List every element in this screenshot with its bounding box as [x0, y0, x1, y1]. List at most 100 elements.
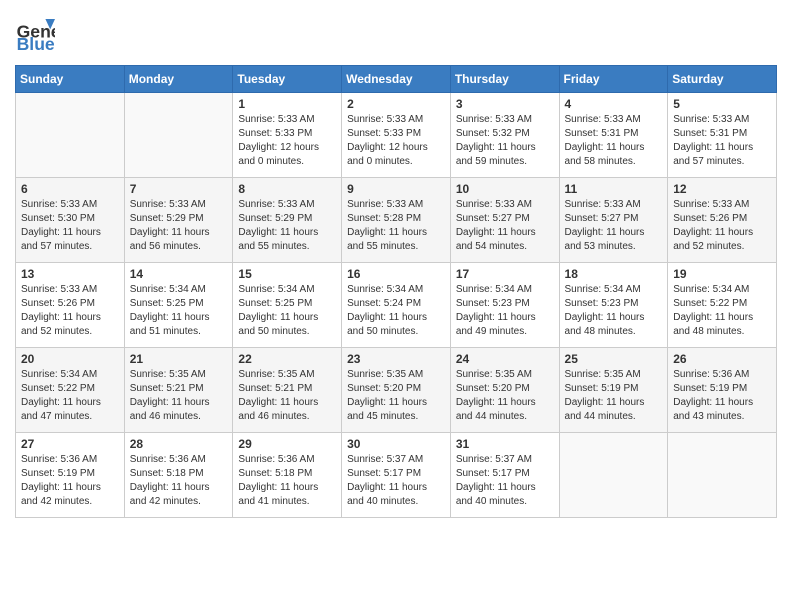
week-row-3: 13 Sunrise: 5:33 AMSunset: 5:26 PMDayligh…: [16, 263, 777, 348]
calendar-cell: 3Sunrise: 5:33 AMSunset: 5:32 PMDaylight…: [450, 93, 559, 178]
day-info: Sunrise: 5:34 AMSunset: 5:22 PMDaylight:…: [21, 368, 119, 424]
day-number: 16: [347, 267, 445, 281]
day-number: 8: [238, 182, 336, 196]
daylight-text: Daylight: 11 hours and 52 minutes.: [21, 311, 119, 339]
day-number: 6: [21, 182, 119, 196]
day-info: Sunrise: 5:34 AMSunset: 5:23 PMDaylight:…: [565, 283, 663, 339]
day-number: 26: [673, 352, 771, 366]
logo-icon: General Blue: [15, 15, 55, 55]
week-row-5: 27Sunrise: 5:36 AMSunset: 5:19 PMDayligh…: [16, 433, 777, 518]
calendar-cell: 20Sunrise: 5:34 AMSunset: 5:22 PMDayligh…: [16, 348, 125, 433]
daylight-text: Daylight: 11 hours and 53 minutes.: [565, 226, 663, 254]
logo: General Blue: [15, 15, 55, 55]
sunrise-text: Sunrise: 5:35 AM: [238, 368, 336, 382]
calendar-cell: [559, 433, 668, 518]
sunset-text: Sunset: 5:20 PM: [456, 382, 554, 396]
sunrise-text: Sunrise: 5:33 AM: [673, 198, 771, 212]
day-info: Sunrise: 5:33 AMSunset: 5:27 PMDaylight:…: [456, 198, 554, 254]
sunset-text: Sunset: 5:26 PM: [21, 297, 119, 311]
calendar-cell: 2Sunrise: 5:33 AMSunset: 5:33 PMDaylight…: [342, 93, 451, 178]
daylight-text: Daylight: 11 hours and 40 minutes.: [347, 481, 445, 509]
header-day-monday: Monday: [124, 66, 233, 93]
day-info: Sunrise: 5:33 AMSunset: 5:30 PMDaylight:…: [21, 198, 119, 254]
day-info: Sunrise: 5:33 AMSunset: 5:28 PMDaylight:…: [347, 198, 445, 254]
day-info: Sunrise: 5:35 AMSunset: 5:20 PMDaylight:…: [347, 368, 445, 424]
calendar-cell: 31Sunrise: 5:37 AMSunset: 5:17 PMDayligh…: [450, 433, 559, 518]
sunrise-text: Sunrise: 5:35 AM: [130, 368, 228, 382]
sunrise-text: Sunrise: 5:35 AM: [456, 368, 554, 382]
svg-text:Blue: Blue: [17, 34, 55, 54]
sunrise-text: Sunrise: 5:34 AM: [456, 283, 554, 297]
day-number: 29: [238, 437, 336, 451]
calendar-cell: 9Sunrise: 5:33 AMSunset: 5:28 PMDaylight…: [342, 178, 451, 263]
calendar-cell: 8Sunrise: 5:33 AMSunset: 5:29 PMDaylight…: [233, 178, 342, 263]
daylight-text: Daylight: 11 hours and 56 minutes.: [130, 226, 228, 254]
day-info: Sunrise: 5:33 AMSunset: 5:33 PMDaylight:…: [238, 113, 336, 169]
sunrise-text: Sunrise: 5:35 AM: [347, 368, 445, 382]
daylight-text: Daylight: 12 hours and 0 minutes.: [238, 141, 336, 169]
day-number: 15: [238, 267, 336, 281]
calendar-cell: 11Sunrise: 5:33 AMSunset: 5:27 PMDayligh…: [559, 178, 668, 263]
day-number: 2: [347, 97, 445, 111]
day-info: Sunrise: 5:33 AMSunset: 5:26 PMDaylight:…: [21, 283, 119, 339]
daylight-text: Daylight: 11 hours and 44 minutes.: [565, 396, 663, 424]
sunrise-text: Sunrise: 5:33 AM: [347, 113, 445, 127]
calendar-cell: 4Sunrise: 5:33 AMSunset: 5:31 PMDaylight…: [559, 93, 668, 178]
calendar-cell: [124, 93, 233, 178]
header-day-sunday: Sunday: [16, 66, 125, 93]
day-number: 14: [130, 267, 228, 281]
daylight-text: Daylight: 11 hours and 40 minutes.: [456, 481, 554, 509]
daylight-text: Daylight: 11 hours and 57 minutes.: [673, 141, 771, 169]
sunset-text: Sunset: 5:29 PM: [130, 212, 228, 226]
daylight-text: Daylight: 11 hours and 57 minutes.: [21, 226, 119, 254]
sunset-text: Sunset: 5:31 PM: [673, 127, 771, 141]
sunset-text: Sunset: 5:29 PM: [238, 212, 336, 226]
sunrise-text: Sunrise: 5:33 AM: [456, 198, 554, 212]
day-number: 24: [456, 352, 554, 366]
header-row: SundayMondayTuesdayWednesdayThursdayFrid…: [16, 66, 777, 93]
sunset-text: Sunset: 5:18 PM: [130, 467, 228, 481]
daylight-text: Daylight: 11 hours and 42 minutes.: [21, 481, 119, 509]
header-day-tuesday: Tuesday: [233, 66, 342, 93]
week-row-4: 20Sunrise: 5:34 AMSunset: 5:22 PMDayligh…: [16, 348, 777, 433]
sunrise-text: Sunrise: 5:33 AM: [673, 113, 771, 127]
daylight-text: Daylight: 11 hours and 55 minutes.: [347, 226, 445, 254]
day-number: 27: [21, 437, 119, 451]
daylight-text: Daylight: 11 hours and 41 minutes.: [238, 481, 336, 509]
sunset-text: Sunset: 5:21 PM: [130, 382, 228, 396]
header-day-wednesday: Wednesday: [342, 66, 451, 93]
sunrise-text: Sunrise: 5:36 AM: [673, 368, 771, 382]
day-number: 3: [456, 97, 554, 111]
daylight-text: Daylight: 11 hours and 43 minutes.: [673, 396, 771, 424]
calendar-cell: 21Sunrise: 5:35 AMSunset: 5:21 PMDayligh…: [124, 348, 233, 433]
sunrise-text: Sunrise: 5:33 AM: [565, 198, 663, 212]
calendar-cell: 5 Sunrise: 5:33 AMSunset: 5:31 PMDaylight…: [668, 93, 777, 178]
sunset-text: Sunset: 5:23 PM: [565, 297, 663, 311]
calendar-cell: 26Sunrise: 5:36 AMSunset: 5:19 PMDayligh…: [668, 348, 777, 433]
sunrise-text: Sunrise: 5:34 AM: [565, 283, 663, 297]
day-number: 12: [673, 182, 771, 196]
sunset-text: Sunset: 5:31 PM: [565, 127, 663, 141]
calendar-cell: [16, 93, 125, 178]
day-number: 11: [565, 182, 663, 196]
day-number: 5: [673, 97, 771, 111]
sunrise-text: Sunrise: 5:36 AM: [238, 453, 336, 467]
sunrise-text: Sunrise: 5:34 AM: [238, 283, 336, 297]
sunrise-text: Sunrise: 5:34 AM: [130, 283, 228, 297]
page-header: General Blue: [15, 15, 777, 55]
sunset-text: Sunset: 5:25 PM: [130, 297, 228, 311]
daylight-text: Daylight: 11 hours and 54 minutes.: [456, 226, 554, 254]
header-day-thursday: Thursday: [450, 66, 559, 93]
day-info: Sunrise: 5:33 AMSunset: 5:26 PMDaylight:…: [673, 198, 771, 254]
calendar-table: SundayMondayTuesdayWednesdayThursdayFrid…: [15, 65, 777, 518]
day-info: Sunrise: 5:36 AMSunset: 5:18 PMDaylight:…: [130, 453, 228, 509]
calendar-cell: 30Sunrise: 5:37 AMSunset: 5:17 PMDayligh…: [342, 433, 451, 518]
daylight-text: Daylight: 11 hours and 51 minutes.: [130, 311, 228, 339]
daylight-text: Daylight: 11 hours and 49 minutes.: [456, 311, 554, 339]
day-info: Sunrise: 5:34 AMSunset: 5:25 PMDaylight:…: [238, 283, 336, 339]
sunset-text: Sunset: 5:33 PM: [238, 127, 336, 141]
day-number: 28: [130, 437, 228, 451]
daylight-text: Daylight: 11 hours and 46 minutes.: [130, 396, 228, 424]
calendar-cell: 19Sunrise: 5:34 AMSunset: 5:22 PMDayligh…: [668, 263, 777, 348]
day-number: 13: [21, 267, 119, 281]
